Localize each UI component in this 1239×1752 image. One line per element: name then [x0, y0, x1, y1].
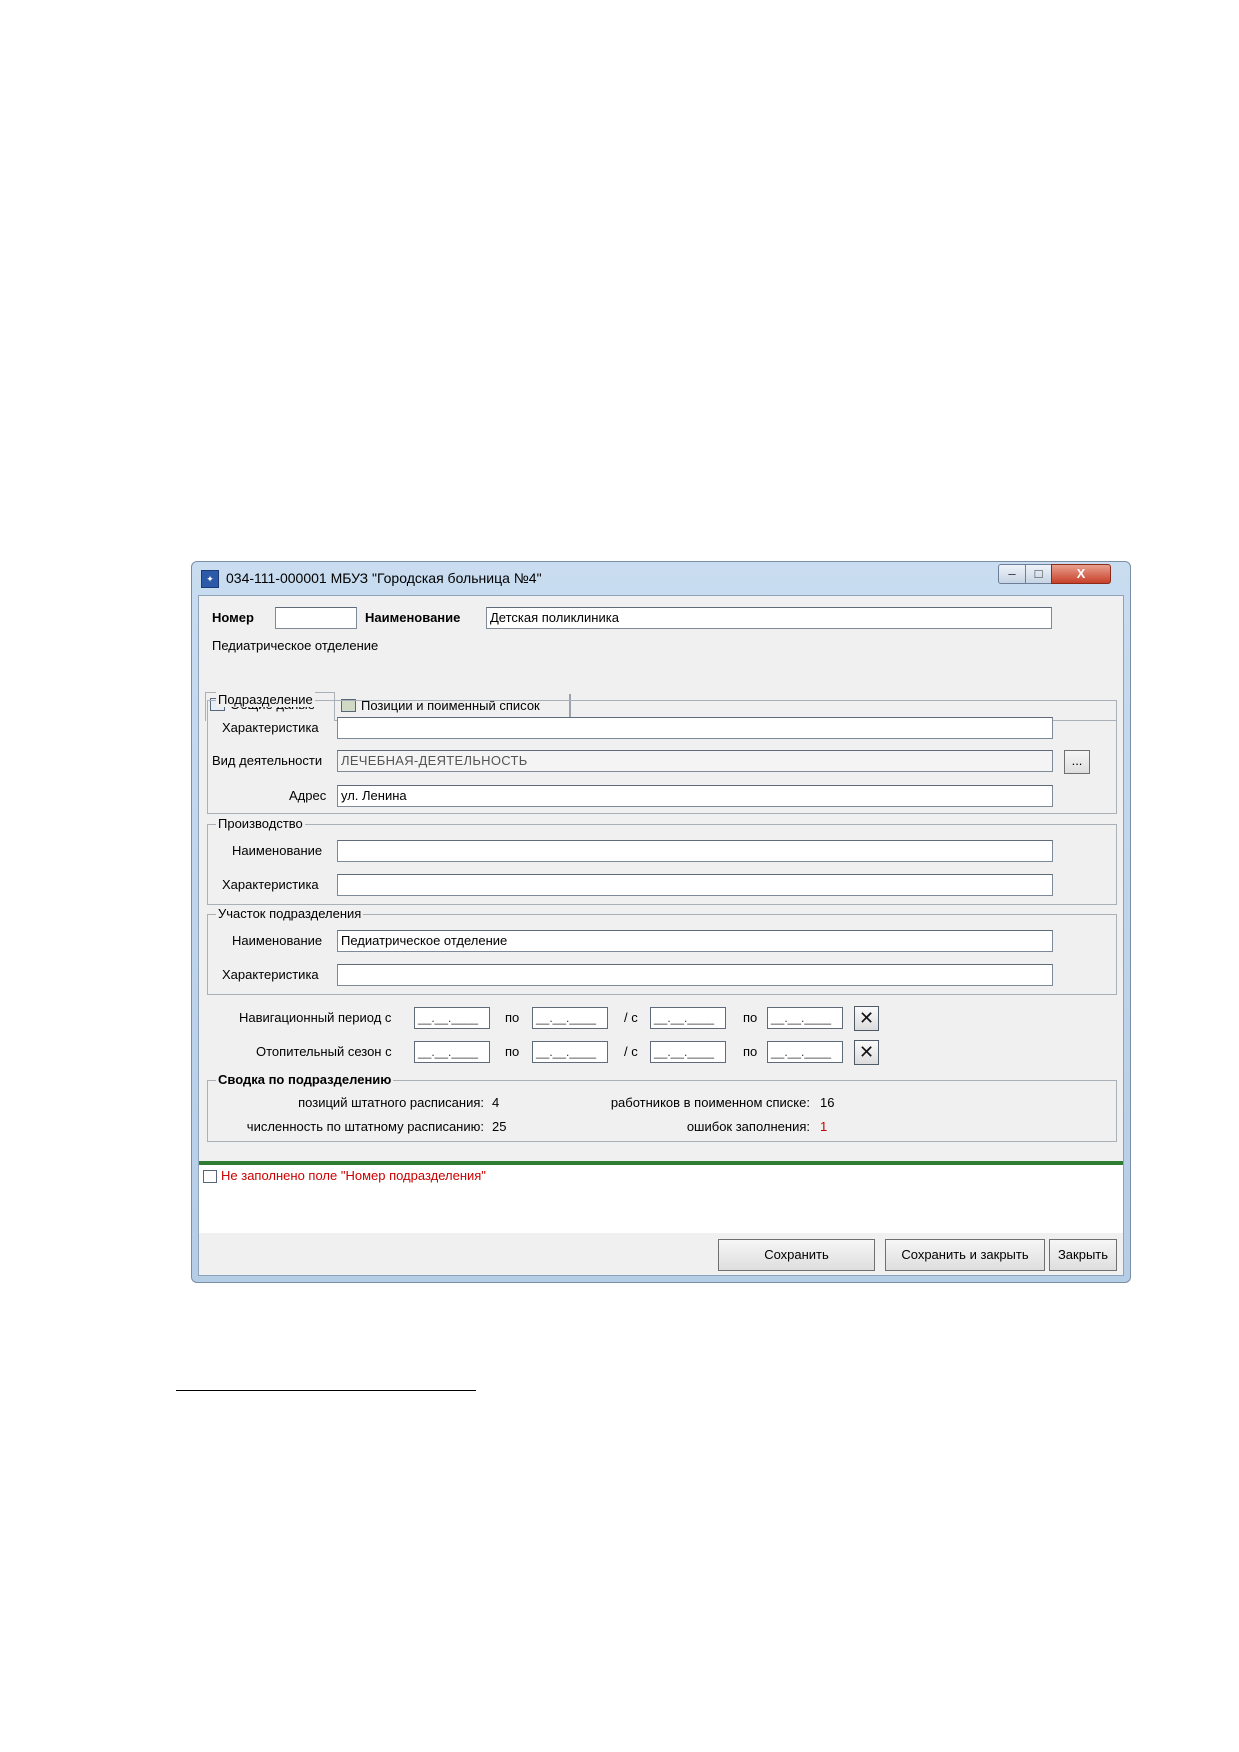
title-bar[interactable]: ✦ 034-111-000001 МБУЗ "Городская больниц… — [192, 562, 1130, 594]
close-window-button[interactable]: X — [1051, 564, 1111, 584]
production-name-label: Наименование — [232, 843, 323, 858]
message-icon — [203, 1170, 217, 1183]
positions-label: позиций штатного расписания: — [298, 1095, 484, 1110]
close-button[interactable]: Закрыть — [1049, 1239, 1117, 1271]
subdivision-group: Подразделение Характеристика Вид деятель… — [207, 692, 1117, 814]
navigation-clear-button[interactable]: ✕ — [854, 1006, 879, 1031]
section-characteristic-label: Характеристика — [222, 967, 319, 982]
navigation-to-label: по — [505, 1010, 520, 1025]
navigation-period-label: Навигационный период с — [239, 1010, 392, 1025]
section-group: Участок подразделения Наименование Педиа… — [207, 906, 1117, 995]
heating-to-label: по — [505, 1044, 520, 1059]
subtitle: Педиатрическое отделение — [212, 638, 379, 653]
name-input[interactable]: Детская поликлиника — [486, 607, 1052, 629]
section-group-title: Участок подразделения — [216, 906, 364, 921]
heating-clear-button[interactable]: ✕ — [854, 1040, 879, 1065]
employees-value: 16 — [820, 1095, 835, 1110]
navigation-from-date[interactable]: __.__.____ — [414, 1007, 490, 1029]
save-and-close-button[interactable]: Сохранить и закрыть — [885, 1239, 1045, 1271]
dialog-client-area: Номер Наименование Детская поликлиника П… — [198, 595, 1124, 1276]
heating-to2-label: по — [743, 1044, 758, 1059]
summary-group-title: Сводка по подразделению — [216, 1072, 394, 1087]
clear-icon: ✕ — [858, 1042, 875, 1062]
heating-to2-date[interactable]: __.__.____ — [767, 1041, 843, 1063]
navigation-to-date[interactable]: __.__.____ — [532, 1007, 608, 1029]
heating-season-label: Отопительный сезон с — [256, 1044, 392, 1059]
production-group: Производство Наименование Характеристика — [207, 816, 1117, 905]
message-text[interactable]: Не заполнено поле "Номер подразделения" — [221, 1168, 486, 1183]
name-label: Наименование — [365, 610, 461, 625]
subdivision-characteristic-label: Характеристика — [222, 720, 319, 735]
address-input[interactable]: ул. Ленина — [337, 785, 1053, 807]
section-name-input[interactable]: Педиатрическое отделение — [337, 930, 1053, 952]
section-name-label: Наименование — [232, 933, 323, 948]
window-title: 034-111-000001 МБУЗ "Городская больница … — [226, 570, 542, 586]
errors-value: 1 — [820, 1119, 828, 1134]
activity-select-button[interactable]: ... — [1064, 750, 1090, 774]
heating-from-date[interactable]: __.__.____ — [414, 1041, 490, 1063]
activity-label: Вид деятельности — [212, 753, 323, 768]
subdivision-group-title: Подразделение — [216, 692, 315, 707]
production-name-input[interactable] — [337, 840, 1053, 862]
navigation-to2-date[interactable]: __.__.____ — [767, 1007, 843, 1029]
footnote-separator — [176, 1390, 476, 1391]
number-label: Номер — [212, 610, 254, 625]
staff-count-value: 25 — [492, 1119, 507, 1134]
clear-icon: ✕ — [858, 1008, 875, 1028]
errors-label: ошибок заполнения: — [686, 1119, 810, 1134]
navigation-from2-date[interactable]: __.__.____ — [650, 1007, 726, 1029]
address-label: Адрес — [289, 788, 327, 803]
production-group-title: Производство — [216, 816, 305, 831]
heating-to-date[interactable]: __.__.____ — [532, 1041, 608, 1063]
positions-value: 4 — [492, 1095, 500, 1110]
production-characteristic-input[interactable] — [337, 874, 1053, 896]
app-icon: ✦ — [201, 570, 219, 588]
number-input[interactable] — [275, 607, 357, 629]
messages-panel: Не заполнено поле "Номер подразделения" — [199, 1161, 1123, 1233]
dialog-window: ✦ 034-111-000001 МБУЗ "Городская больниц… — [191, 561, 1131, 1283]
section-characteristic-input[interactable] — [337, 964, 1053, 986]
navigation-to2-label: по — [743, 1010, 758, 1025]
summary-group: Сводка по подразделению позиций штатного… — [207, 1072, 1117, 1142]
employees-label: работников в поименном списке: — [610, 1095, 810, 1110]
production-characteristic-label: Характеристика — [222, 877, 319, 892]
heating-from2-label: / с — [624, 1044, 638, 1059]
staff-count-label: численность по штатному расписанию: — [246, 1119, 484, 1134]
save-button[interactable]: Сохранить — [718, 1239, 875, 1271]
subdivision-characteristic-input[interactable] — [337, 717, 1053, 739]
navigation-from2-label: / с — [624, 1010, 638, 1025]
minimize-button[interactable]: – — [998, 564, 1026, 584]
maximize-button[interactable]: □ — [1025, 564, 1052, 584]
heating-from2-date[interactable]: __.__.____ — [650, 1041, 726, 1063]
activity-input[interactable]: ЛЕЧЕБНАЯ-ДЕЯТЕЛЬНОСТЬ — [337, 750, 1053, 772]
